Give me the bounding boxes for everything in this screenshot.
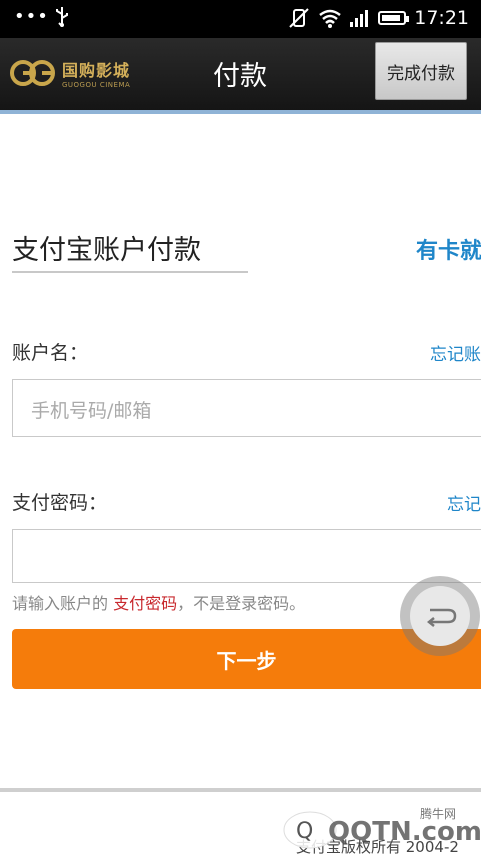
battery-icon [378,11,410,25]
password-hint: 请输入账户的 支付密码，不是登录密码。 [12,590,305,614]
back-icon [410,586,470,646]
wifi-icon [318,7,342,29]
forgot-account-link[interactable]: 忘记账 [430,340,481,365]
account-label: 账户名： [12,342,89,364]
signal-icon [348,7,370,29]
account-input[interactable]: 手机号码/邮箱 [12,379,481,437]
logo-mark-icon [10,60,55,86]
logo-text-en: GUOGOU CINEMA [62,81,131,89]
card-payment-link[interactable]: 有卡就 [416,233,481,265]
floating-back-button[interactable] [400,576,480,656]
clock: 17:21 [414,7,469,29]
password-input[interactable] [12,529,481,583]
watermark-text: QQTN.com [328,817,481,847]
notification-dots: ••• [14,6,49,27]
logo: 国购影城 GUOGOU CINEMA [8,57,130,89]
footer-divider [0,788,481,792]
status-bar: ••• 17:21 [0,0,481,38]
complete-payment-button[interactable]: 完成付款 [375,42,467,100]
hint-suffix: ，不是登录密码。 [177,594,306,613]
app-header: 国购影城 GUOGOU CINEMA 付款 完成付款 [0,38,481,114]
hint-prefix: 请输入账户的 [12,594,109,613]
usb-icon [54,6,70,33]
watermark-label: 腾牛网 [420,807,457,821]
password-label: 支付密码： [12,492,108,514]
page-title: 付款 [213,61,267,92]
svg-text:Q: Q [296,819,313,844]
account-placeholder: 手机号码/邮箱 [31,400,152,422]
section-title: 支付宝账户付款 [12,235,201,266]
section-divider [12,271,248,273]
mute-icon [288,7,310,29]
forgot-password-link[interactable]: 忘记 [447,490,481,515]
logo-text-cn: 国购影城 [62,61,131,80]
hint-emphasis: 支付密码 [113,594,178,613]
